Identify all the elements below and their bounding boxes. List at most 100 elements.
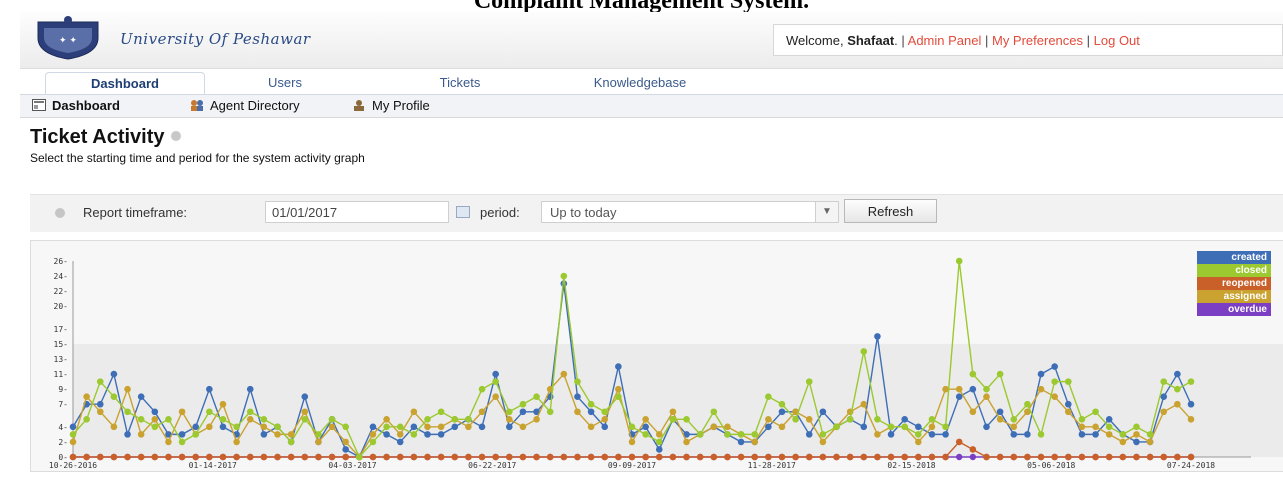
- point-created: [1064, 400, 1072, 408]
- date-field[interactable]: 01/01/2017: [265, 201, 449, 223]
- point-created: [1092, 431, 1099, 438]
- point-reopened: [1024, 453, 1031, 461]
- point-reopened: [996, 453, 1004, 461]
- point-reopened: [519, 453, 527, 461]
- point-created: [928, 431, 936, 438]
- legend-created[interactable]: created: [1197, 251, 1271, 264]
- point-closed: [342, 423, 349, 431]
- point-reopened: [846, 453, 854, 461]
- logo-text[interactable]: University Of Peshawar: [120, 30, 311, 48]
- section-title-text: Ticket Activity: [30, 126, 165, 148]
- point-created: [110, 370, 118, 378]
- point-reopened: [983, 453, 990, 461]
- point-reopened: [969, 446, 977, 453]
- point-created: [1037, 370, 1045, 378]
- point-closed: [996, 370, 1004, 378]
- x-tick-label: 01-14-2017: [189, 461, 237, 470]
- point-reopened: [683, 453, 690, 461]
- y-tick-label: 26-: [54, 257, 68, 266]
- point-created: [874, 333, 881, 340]
- point-created: [587, 408, 595, 416]
- legend-closed[interactable]: closed: [1197, 264, 1271, 277]
- help-icon[interactable]: [170, 131, 181, 141]
- point-closed: [1051, 378, 1058, 385]
- point-closed: [178, 438, 186, 446]
- point-closed: [778, 400, 786, 408]
- user-name: Shafaat: [847, 33, 895, 48]
- y-tick-label: 20-: [54, 302, 68, 311]
- point-created: [642, 423, 649, 431]
- point-assigned: [328, 423, 336, 431]
- point-reopened: [1064, 453, 1072, 461]
- tab-knowledgebase[interactable]: Knowledgebase: [570, 72, 710, 94]
- point-closed: [437, 408, 445, 416]
- point-reopened: [1078, 453, 1086, 461]
- y-tick-label: 4-: [58, 423, 68, 432]
- point-closed: [206, 408, 213, 416]
- point-reopened: [1187, 453, 1195, 461]
- point-created: [124, 431, 131, 438]
- tab-tickets[interactable]: Tickets: [420, 72, 500, 94]
- point-reopened: [1010, 453, 1018, 461]
- point-closed: [560, 272, 568, 280]
- point-reopened: [724, 453, 731, 461]
- period-select[interactable]: Up to today ▼: [541, 201, 839, 223]
- point-created: [137, 393, 145, 400]
- point-assigned: [628, 438, 636, 446]
- point-assigned: [1119, 438, 1127, 446]
- point-closed: [765, 393, 772, 400]
- point-created: [615, 363, 622, 370]
- admin-panel-link[interactable]: Admin Panel: [908, 33, 982, 48]
- point-reopened: [1146, 453, 1154, 461]
- point-closed: [1119, 431, 1127, 438]
- y-tick-label: 13-: [54, 355, 68, 364]
- point-created: [206, 385, 213, 393]
- chevron-down-icon[interactable]: ▼: [815, 202, 838, 222]
- point-reopened: [574, 453, 581, 461]
- point-closed: [969, 370, 977, 378]
- point-reopened: [110, 453, 118, 461]
- subnav-dashboard[interactable]: Dashboard: [32, 95, 120, 117]
- point-created: [246, 385, 254, 393]
- point-reopened: [778, 453, 786, 461]
- subnav-my-profile[interactable]: My Profile: [352, 95, 430, 117]
- tab-users[interactable]: Users: [245, 72, 325, 94]
- legend-assigned[interactable]: assigned: [1197, 290, 1271, 303]
- agents-icon: [191, 100, 203, 111]
- point-assigned: [560, 370, 568, 378]
- point-closed: [901, 423, 908, 431]
- point-reopened: [546, 453, 554, 461]
- log-out-link[interactable]: Log Out: [1094, 33, 1140, 48]
- legend-reopened[interactable]: reopened: [1197, 277, 1271, 290]
- point-closed: [874, 416, 881, 423]
- sub-navigation: Dashboard Agent Directory My Profile: [20, 94, 1283, 118]
- point-reopened: [628, 453, 636, 461]
- refresh-button[interactable]: Refresh: [844, 199, 937, 223]
- x-tick-label: 07-24-2018: [1167, 461, 1215, 470]
- university-crest-icon: ✦ ✦: [37, 16, 99, 60]
- subnav-agent-directory-label: Agent Directory: [210, 98, 300, 113]
- legend-overdue[interactable]: overdue: [1197, 303, 1271, 316]
- point-reopened: [96, 453, 104, 461]
- point-closed: [1105, 423, 1113, 431]
- point-assigned: [369, 431, 377, 438]
- point-closed: [805, 378, 813, 385]
- point-assigned: [206, 423, 213, 431]
- point-assigned: [724, 423, 731, 431]
- my-preferences-link[interactable]: My Preferences: [992, 33, 1083, 48]
- tab-dashboard[interactable]: Dashboard: [45, 72, 205, 95]
- calendar-icon[interactable]: [456, 206, 470, 218]
- point-closed: [505, 408, 513, 416]
- x-tick-label: 02-15-2018: [887, 461, 935, 470]
- point-closed: [1146, 431, 1154, 438]
- point-created: [1024, 431, 1031, 438]
- point-created: [519, 408, 527, 416]
- subnav-agent-directory[interactable]: Agent Directory: [190, 95, 300, 117]
- point-reopened: [915, 453, 922, 461]
- point-closed: [983, 385, 990, 393]
- point-closed: [246, 408, 254, 416]
- point-created: [410, 423, 418, 431]
- point-reopened: [737, 453, 745, 461]
- point-reopened: [887, 453, 895, 461]
- point-created: [1010, 431, 1018, 438]
